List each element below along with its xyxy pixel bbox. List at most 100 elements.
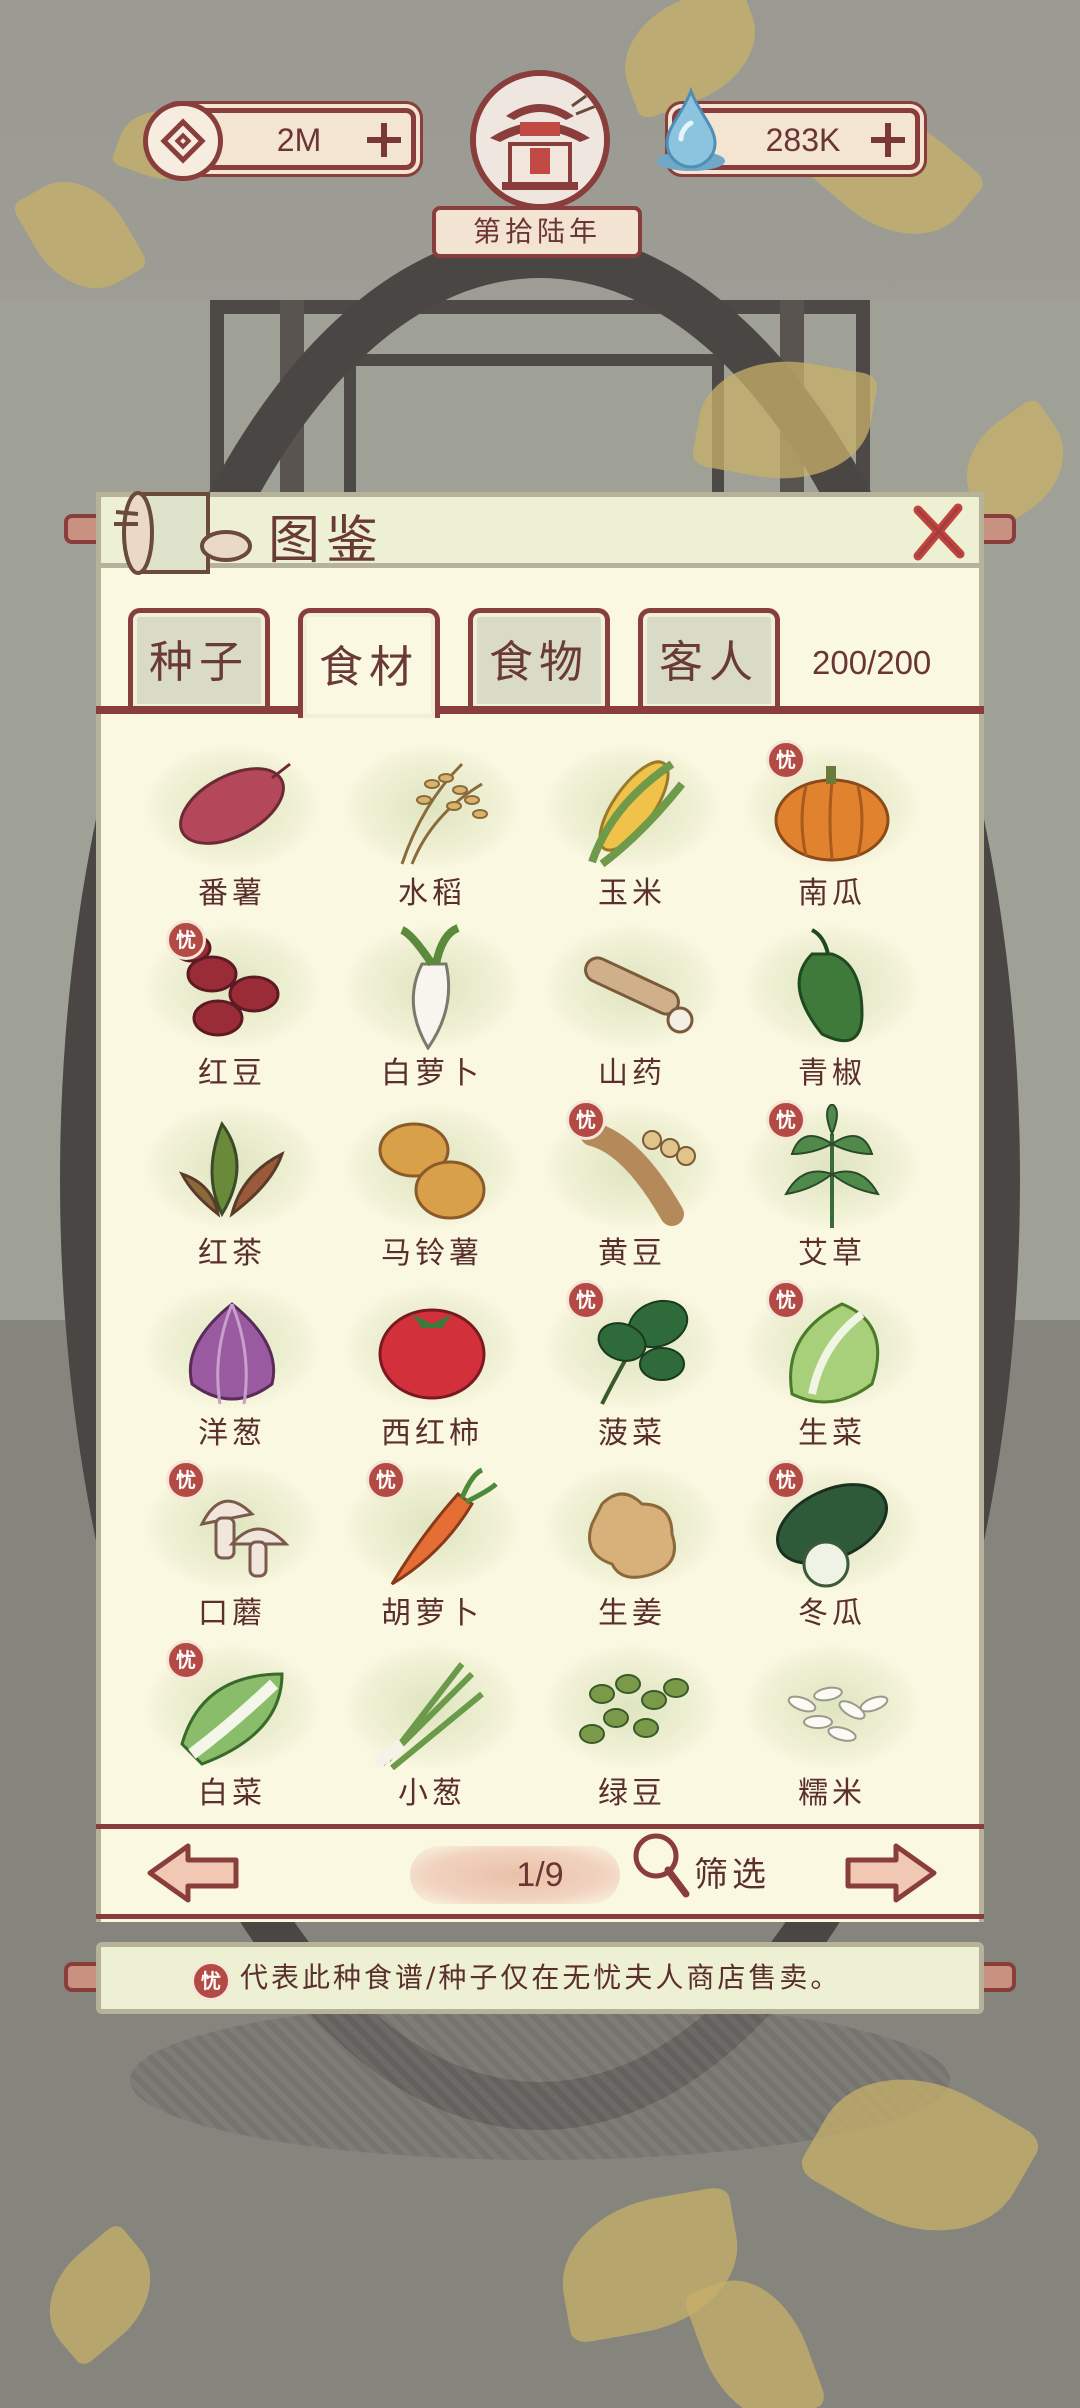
add-water-button[interactable] xyxy=(871,123,905,157)
ingredient-card[interactable]: 糯米 xyxy=(732,1636,932,1816)
ingredient-name: 生菜 xyxy=(798,1416,866,1451)
magnifier-icon[interactable] xyxy=(628,1830,692,1900)
tab-label: 种子 xyxy=(149,637,249,688)
shop-exclusive-icon: 忧 xyxy=(566,1100,606,1140)
shop-exclusive-icon: 忧 xyxy=(766,1460,806,1500)
ingredient-name: 生姜 xyxy=(598,1596,666,1631)
coin-value: 2M xyxy=(276,122,322,158)
shop-exclusive-icon: 忧 xyxy=(166,1460,206,1500)
ingredient-name: 菠菜 xyxy=(598,1416,666,1451)
filter-button[interactable]: 筛选 xyxy=(694,1846,770,1904)
add-coins-button[interactable] xyxy=(367,123,401,157)
pavilion-icon xyxy=(470,70,610,210)
tab-label: 客人 xyxy=(659,637,759,688)
water-counter: 283K xyxy=(657,86,920,171)
glutinous-rice-icon xyxy=(787,1686,889,1742)
green-pepper-icon xyxy=(797,928,864,1043)
ingredient-card[interactable]: 忧菠菜 xyxy=(532,1276,732,1456)
ingredient-card[interactable]: 番薯 xyxy=(132,736,332,916)
ingredient-name: 洋葱 xyxy=(198,1416,266,1451)
panel-title: 图鉴 xyxy=(268,511,385,571)
white-radish-icon xyxy=(400,924,460,1050)
corn-icon xyxy=(588,760,686,868)
water-value: 283K xyxy=(765,122,841,158)
ingredient-name: 红豆 xyxy=(198,1056,266,1091)
ingredient-name: 白菜 xyxy=(198,1776,266,1811)
ingredient-card[interactable]: 绿豆 xyxy=(532,1636,732,1816)
divider xyxy=(96,1914,984,1919)
tab-divider xyxy=(96,706,984,714)
ingredient-card[interactable]: 忧白菜 xyxy=(132,1636,332,1816)
shop-exclusive-icon: 忧 xyxy=(566,1280,606,1320)
sweet-potato-icon xyxy=(179,762,291,845)
onion-icon xyxy=(188,1302,276,1405)
shop-exclusive-icon: 忧 xyxy=(766,1280,806,1320)
ingredient-name: 黄豆 xyxy=(598,1236,666,1271)
coin-icon xyxy=(143,101,223,181)
ingredient-name: 西红柿 xyxy=(381,1416,483,1451)
tab-ingredients[interactable]: 食材 xyxy=(298,608,440,718)
year-label: 第拾陆年 xyxy=(432,206,642,258)
shop-exclusive-icon: 忧 xyxy=(766,1100,806,1140)
ingredient-name: 小葱 xyxy=(398,1776,466,1811)
ingredient-name: 马铃薯 xyxy=(381,1236,483,1271)
rice-plant-icon xyxy=(400,762,488,865)
shop-exclusive-icon: 忧 xyxy=(366,1460,406,1500)
close-button[interactable] xyxy=(906,500,970,564)
scroll-icon xyxy=(114,491,252,575)
ingredient-name: 冬瓜 xyxy=(798,1596,866,1631)
divider xyxy=(96,1824,984,1829)
year-emblem xyxy=(462,70,618,220)
tab-seeds[interactable]: 种子 xyxy=(128,608,270,708)
ingredient-name: 胡萝卜 xyxy=(381,1596,483,1631)
ingredient-name: 青椒 xyxy=(798,1056,866,1091)
ingredient-card[interactable]: 洋葱 xyxy=(132,1276,332,1456)
ingredient-name: 玉米 xyxy=(598,876,666,911)
ingredient-name: 南瓜 xyxy=(798,876,866,911)
black-tea-icon xyxy=(179,1120,285,1218)
tab-label: 食材 xyxy=(319,642,419,693)
ingredient-card[interactable]: 忧胡萝卜 xyxy=(332,1456,532,1636)
ingredient-name: 口蘑 xyxy=(198,1596,266,1631)
ingredient-card[interactable]: 白萝卜 xyxy=(332,916,532,1096)
ingredient-card[interactable]: 忧艾草 xyxy=(732,1096,932,1276)
ingredient-name: 番薯 xyxy=(198,876,266,911)
ingredient-name: 绿豆 xyxy=(598,1776,666,1811)
ingredient-card[interactable]: 小葱 xyxy=(332,1636,532,1816)
ginger-icon xyxy=(588,1492,676,1579)
shop-exclusive-icon: 忧 xyxy=(166,920,206,960)
tomato-icon xyxy=(378,1308,486,1400)
ingredient-card[interactable]: 马铃薯 xyxy=(332,1096,532,1276)
ingredient-card[interactable]: 水稻 xyxy=(332,736,532,916)
ingredient-card[interactable]: 红茶 xyxy=(132,1096,332,1276)
shop-exclusive-icon: 忧 xyxy=(191,1961,231,2001)
potato-icon xyxy=(378,1122,486,1220)
ingredient-card[interactable]: 忧黄豆 xyxy=(532,1096,732,1276)
shop-exclusive-icon: 忧 xyxy=(766,740,806,780)
ingredient-name: 白萝卜 xyxy=(381,1056,483,1091)
ingredient-name: 山药 xyxy=(598,1056,666,1091)
mung-bean-icon xyxy=(579,1674,689,1744)
ingredient-card[interactable]: 忧生菜 xyxy=(732,1276,932,1456)
scallion-icon xyxy=(372,1662,484,1770)
shop-exclusive-icon: 忧 xyxy=(166,1640,206,1680)
ginkgo-leaf-decor xyxy=(11,160,149,310)
next-page-arrow[interactable] xyxy=(840,1840,940,1906)
prev-page-arrow[interactable] xyxy=(144,1840,244,1906)
tab-guests[interactable]: 客人 xyxy=(638,608,780,708)
yam-icon xyxy=(584,956,694,1034)
ingredient-card[interactable]: 忧红豆 xyxy=(132,916,332,1096)
ingredient-card[interactable]: 忧冬瓜 xyxy=(732,1456,932,1636)
ingredient-name: 艾草 xyxy=(798,1236,866,1271)
tab-food[interactable]: 食物 xyxy=(468,608,610,708)
ingredient-name: 糯米 xyxy=(798,1776,866,1811)
collection-count: 200/200 xyxy=(812,644,932,681)
ingredient-card[interactable]: 青椒 xyxy=(732,916,932,1096)
ingredient-card[interactable]: 山药 xyxy=(532,916,732,1096)
coin-counter: 2M xyxy=(143,101,416,181)
ingredient-card[interactable]: 西红柿 xyxy=(332,1276,532,1456)
ingredient-card[interactable]: 生姜 xyxy=(532,1456,732,1636)
ingredient-card[interactable]: 忧口蘑 xyxy=(132,1456,332,1636)
ingredient-card[interactable]: 玉米 xyxy=(532,736,732,916)
ingredient-card[interactable]: 忧南瓜 xyxy=(732,736,932,916)
